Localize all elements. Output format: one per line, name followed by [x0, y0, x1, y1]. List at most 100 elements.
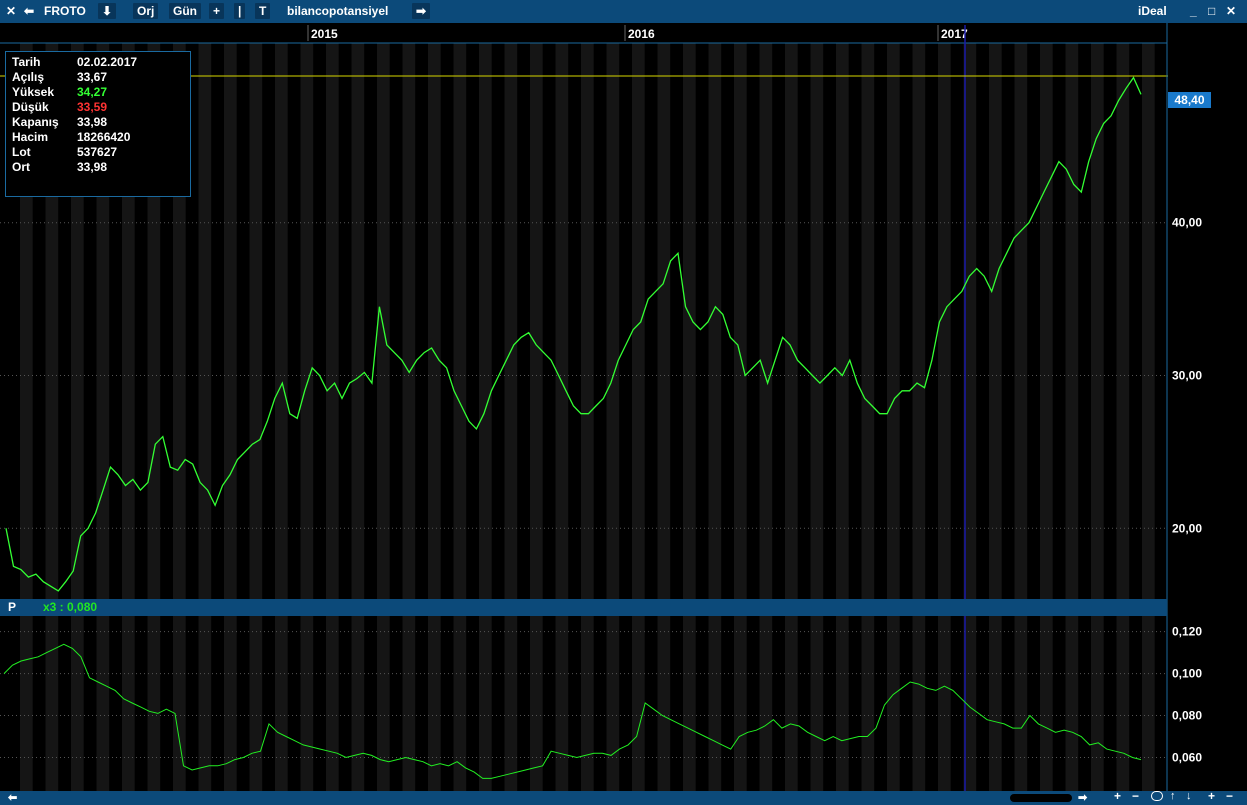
x-axis-strip [0, 23, 1167, 43]
y-tick-label: 30,00 [1172, 368, 1202, 382]
plus-icon[interactable]: + [1208, 789, 1215, 803]
info-date-row: Tarih 02.02.2017 [12, 55, 184, 70]
month-stripe [989, 23, 1002, 791]
text-tool-button[interactable]: T [255, 3, 271, 19]
window-close-icon[interactable]: ✕ [1226, 3, 1236, 19]
ohlc-info-box: Tarih 02.02.2017 Açılış 33,67 Yüksek 34,27 … [5, 51, 191, 197]
month-stripe [504, 23, 518, 791]
month-stripe [479, 23, 492, 791]
info-lot-value: 537627 [77, 145, 118, 159]
month-stripe [683, 23, 696, 791]
x-tick-label: 2015 [311, 27, 338, 41]
month-stripe [453, 23, 467, 791]
month-stripe [912, 23, 926, 791]
month-stripe [1040, 23, 1053, 791]
indicator-y-tick-label: 0,100 [1172, 667, 1202, 681]
month-stripe [377, 23, 390, 791]
info-lot-label: Lot [12, 145, 31, 159]
month-stripe [1014, 23, 1028, 791]
month-stripe [351, 23, 365, 791]
x-tick-label: 2017 [941, 27, 968, 41]
month-stripe [275, 23, 288, 791]
month-stripe [581, 23, 594, 791]
panel-label: P [8, 600, 17, 614]
info-date-value: 02.02.2017 [77, 55, 138, 69]
last-price-badge: 48,40 [1168, 92, 1211, 108]
plus-button[interactable]: + [209, 3, 225, 19]
indicator-y-tick-label: 0,120 [1172, 625, 1202, 639]
orj-button[interactable]: Orj [133, 3, 159, 19]
info-open-label: Açılış [12, 70, 45, 84]
info-open-row: Açılış 33,67 [12, 70, 184, 85]
scroll-thumb[interactable] [1010, 794, 1072, 802]
month-stripe [198, 23, 212, 791]
down-arrow-icon[interactable]: ↓ [1186, 790, 1192, 802]
period-button[interactable]: Gün [169, 3, 201, 19]
maximize-icon[interactable]: □ [1208, 3, 1215, 19]
indicator-y-tick-label: 0,080 [1172, 709, 1202, 723]
month-stripe [734, 23, 747, 791]
panel-indicator-value: x3 : 0,080 [43, 600, 98, 614]
info-volume-label: Hacim [12, 130, 49, 144]
month-stripe [708, 23, 722, 791]
month-stripe [249, 23, 263, 791]
indicator-name[interactable]: bilancopotansiyel [287, 3, 388, 19]
month-stripe [887, 23, 900, 791]
info-lot-row: Lot 537627 [12, 145, 184, 160]
up-arrow-icon[interactable]: ↑ [1170, 790, 1176, 802]
zoom-out-icon[interactable]: − [1132, 789, 1139, 803]
symbol-label[interactable]: FROTO [44, 3, 86, 19]
info-low-value: 33,59 [77, 100, 108, 114]
info-high-row: Yüksek 34,27 [12, 85, 184, 100]
scroll-right-icon[interactable]: ➡ [1078, 791, 1087, 804]
indicator-y-tick-label: 0,060 [1172, 750, 1202, 764]
month-stripe [938, 23, 951, 791]
title-toolbar: ✕ ⬅ FROTO ⬇ Orj Gün + | T bilancopotansi… [0, 0, 1247, 23]
close-icon[interactable]: ✕ [6, 3, 16, 19]
info-close-label: Kapanış [12, 115, 59, 129]
info-volume-row: Hacim 18266420 [12, 130, 184, 145]
x-tick-label: 2016 [628, 27, 655, 41]
scroll-left-icon[interactable]: ⬅ [8, 791, 17, 804]
info-low-label: Düşük [12, 100, 49, 114]
month-stripe [1065, 23, 1079, 791]
month-stripe [555, 23, 569, 791]
month-stripe [224, 23, 237, 791]
month-stripe [530, 23, 543, 791]
month-stripe [428, 23, 441, 791]
info-close-value: 33,98 [77, 115, 108, 129]
month-stripe [632, 23, 645, 791]
month-stripe [1142, 23, 1155, 791]
month-stripe [606, 23, 620, 791]
month-stripe [785, 23, 798, 791]
zoom-in-icon[interactable]: + [1114, 789, 1121, 803]
month-stripe [1091, 23, 1104, 791]
info-open-value: 33,67 [77, 70, 108, 84]
next-arrow-icon[interactable]: ➡ [412, 3, 431, 19]
minus-icon[interactable]: − [1226, 789, 1233, 803]
month-stripe [402, 23, 416, 791]
indicator-panel-header: P x3 : 0,080 [0, 599, 1167, 616]
info-date-label: Tarih [12, 55, 41, 69]
month-stripe [759, 23, 773, 791]
back-arrow-icon[interactable]: ⬅ [24, 3, 34, 19]
month-stripe [810, 23, 824, 791]
month-stripe [836, 23, 849, 791]
info-high-value: 34,27 [77, 85, 108, 99]
reset-zoom-icon[interactable] [1151, 791, 1163, 801]
brand-label: iDeal [1138, 4, 1167, 18]
info-avg-row: Ort 33,98 [12, 160, 184, 175]
y-tick-label: 40,00 [1172, 216, 1202, 230]
month-stripe [657, 23, 671, 791]
info-high-label: Yüksek [12, 85, 55, 99]
month-stripe [300, 23, 314, 791]
bar-button[interactable]: | [234, 3, 246, 19]
minimize-icon[interactable]: _ [1190, 3, 1197, 19]
month-stripe [326, 23, 339, 791]
down-arrow-icon[interactable]: ⬇ [98, 3, 117, 19]
info-low-row: Düşük 33,59 [12, 100, 184, 115]
chart-area[interactable]: 2015 2016 2017 20,00 30,00 40,00 0,060 0,080 0,… [0, 23, 1247, 799]
month-stripe [1116, 23, 1130, 791]
info-avg-value: 33,98 [77, 160, 108, 174]
bottom-scroll-bar[interactable]: ⬅ ➡ + − ↑ ↓ + − [0, 789, 1247, 805]
